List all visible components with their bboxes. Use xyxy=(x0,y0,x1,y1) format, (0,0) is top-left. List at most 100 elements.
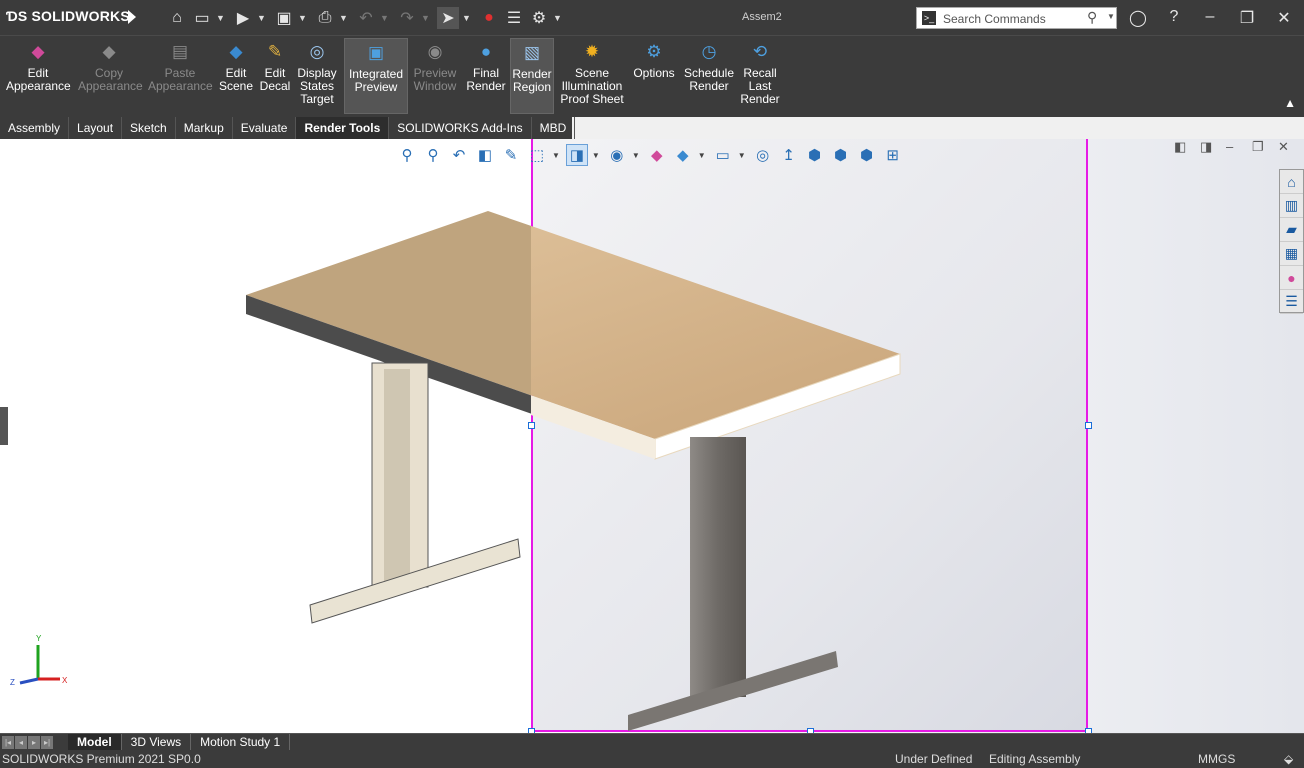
paste-appearance-button[interactable]: ▤ Paste Appearance xyxy=(148,38,213,114)
render-region-button[interactable]: ▧ Render Region xyxy=(510,38,554,114)
restore-window-icon[interactable]: ❐ xyxy=(1237,8,1257,28)
display-style-dropdown-icon[interactable]: ▼ xyxy=(592,151,600,160)
undo-dropdown-icon[interactable]: ▼ xyxy=(380,13,390,23)
viewport-close-icon[interactable]: ✕ xyxy=(1278,139,1289,155)
camera-icon[interactable]: ◎ xyxy=(752,144,774,166)
edit-scene-button[interactable]: ◆ Edit Scene xyxy=(218,38,254,114)
select-dropdown-icon[interactable]: ▼ xyxy=(462,13,472,23)
edit-decal-icon: ✎ xyxy=(267,42,283,61)
print-dropdown-icon[interactable]: ▼ xyxy=(339,13,349,23)
view-orientation-icon[interactable]: ⬚ xyxy=(526,144,548,166)
dimetric-view-icon[interactable]: ⬢ xyxy=(856,144,878,166)
hide-show-dropdown-icon[interactable]: ▼ xyxy=(632,151,640,160)
previous-view-icon[interactable]: ↶ xyxy=(448,144,470,166)
search-dropdown-icon[interactable]: ▼ xyxy=(1107,12,1115,21)
scene-illumination-proof-sheet-button[interactable]: ✹ Scene Illumination Proof Sheet xyxy=(558,38,626,114)
recall-last-render-button[interactable]: ⟲ Recall Last Render xyxy=(740,38,780,114)
tab-markup[interactable]: Markup xyxy=(176,117,233,139)
edit-appearance-button[interactable]: ◆ Edit Appearance xyxy=(6,38,71,114)
graphics-area[interactable]: ⚲ ⚲ ↶ ◧ ✎ ⬚ ▼ ◨ ▼ ◉ ▼ ◆ ◆ ▼ ▭ ▼ ◎ ↥ ⬢ ⬢ ⬢ ⊞ ◧… xyxy=(0,139,1304,733)
last-tab-icon[interactable]: ▸| xyxy=(41,736,53,749)
open-dropdown-icon[interactable]: ▼ xyxy=(257,13,267,23)
four-view-icon[interactable]: ⊞ xyxy=(882,144,904,166)
search-commands-field[interactable]: >_ Search Commands ⚲ ▼ xyxy=(916,7,1117,29)
viewport-minimize-icon[interactable]: – xyxy=(1226,139,1233,154)
minimize-window-icon[interactable]: – xyxy=(1200,8,1220,26)
appearances-scenes-decals-icon[interactable]: ● xyxy=(1280,266,1303,290)
help-icon[interactable]: ? xyxy=(1164,8,1184,26)
save-icon[interactable]: ▣ xyxy=(273,7,295,29)
display-style-icon[interactable]: ◨ xyxy=(565,144,588,166)
customize-status-icon[interactable]: ⬙ xyxy=(1284,750,1293,768)
tab-render-tools[interactable]: Render Tools xyxy=(296,117,390,139)
collapse-ribbon-icon[interactable]: ▲ xyxy=(1284,96,1296,110)
file-explorer-icon[interactable]: ▰ xyxy=(1280,218,1303,242)
apply-scene-icon[interactable]: ◆ xyxy=(672,144,694,166)
tab-sketch[interactable]: Sketch xyxy=(122,117,176,139)
print-icon[interactable]: ⎙ xyxy=(314,7,336,29)
tab-solidworks-add-ins[interactable]: SOLIDWORKS Add-Ins xyxy=(389,117,532,139)
file-properties-icon[interactable]: ☰ xyxy=(503,7,525,29)
tab-layout[interactable]: Layout xyxy=(69,117,123,139)
view-settings-icon[interactable]: ▭ xyxy=(712,144,734,166)
status-product: SOLIDWORKS Premium 2021 SP0.0 xyxy=(2,752,201,766)
select-arrow-icon[interactable]: ➤ xyxy=(437,7,459,29)
design-library-icon[interactable]: ▥ xyxy=(1280,194,1303,218)
tab-model[interactable]: Model xyxy=(68,734,122,751)
save-dropdown-icon[interactable]: ▼ xyxy=(298,13,308,23)
view-settings-dropdown-icon[interactable]: ▼ xyxy=(738,151,746,160)
hide-show-items-icon[interactable]: ◉ xyxy=(606,144,628,166)
solidworks-resources-icon[interactable]: ⌂ xyxy=(1280,170,1303,194)
first-tab-icon[interactable]: |◂ xyxy=(2,736,14,749)
zoom-to-area-icon[interactable]: ⚲ xyxy=(422,144,444,166)
normal-to-icon[interactable]: ↥ xyxy=(778,144,800,166)
feature-manager-toggle[interactable] xyxy=(0,407,8,445)
new-document-icon[interactable]: ▭ xyxy=(191,7,213,29)
user-account-icon[interactable]: ◯ xyxy=(1128,8,1148,28)
schedule-render-button[interactable]: ◷ Schedule Render xyxy=(682,38,736,114)
section-view-icon[interactable]: ◧ xyxy=(474,144,496,166)
preview-window-button[interactable]: ◉ Preview Window xyxy=(412,38,458,114)
isometric-view-icon[interactable]: ⬢ xyxy=(804,144,826,166)
tab-3d-views[interactable]: 3D Views xyxy=(122,734,192,751)
zoom-to-fit-icon[interactable]: ⚲ xyxy=(396,144,418,166)
options-gear-icon[interactable]: ⚙ xyxy=(528,7,550,29)
home-icon[interactable]: ⌂ xyxy=(166,7,188,29)
redo-dropdown-icon[interactable]: ▼ xyxy=(421,13,431,23)
table-model[interactable] xyxy=(0,139,1304,733)
edit-decal-button[interactable]: ✎ Edit Decal xyxy=(259,38,291,114)
dynamic-annotation-icon[interactable]: ✎ xyxy=(500,144,522,166)
rebuild-traffic-light-icon[interactable]: ● xyxy=(478,7,500,29)
integrated-preview-button[interactable]: ▣ Integrated Preview xyxy=(344,38,408,114)
new-dropdown-icon[interactable]: ▼ xyxy=(216,13,226,23)
tab-motion-study-1[interactable]: Motion Study 1 xyxy=(191,734,291,751)
final-render-button[interactable]: ● Final Render xyxy=(465,38,507,114)
tab-evaluate[interactable]: Evaluate xyxy=(233,117,297,139)
edit-appearance-view-icon[interactable]: ◆ xyxy=(646,144,668,166)
view-palette-icon[interactable]: ▦ xyxy=(1280,242,1303,266)
apply-scene-dropdown-icon[interactable]: ▼ xyxy=(698,151,706,160)
options-dropdown-icon[interactable]: ▼ xyxy=(553,13,563,23)
custom-properties-icon[interactable]: ☰ xyxy=(1280,290,1303,314)
trimetric-view-icon[interactable]: ⬢ xyxy=(830,144,852,166)
status-units[interactable]: MMGS xyxy=(1198,750,1235,768)
recall-last-render-icon: ⟲ xyxy=(752,42,768,61)
next-tab-icon[interactable]: ▸ xyxy=(28,736,40,749)
open-icon[interactable]: ▶ xyxy=(232,7,254,29)
prev-tab-icon[interactable]: ◂ xyxy=(15,736,27,749)
viewport-next-icon[interactable]: ◨ xyxy=(1200,139,1212,155)
menu-expand-icon[interactable] xyxy=(128,10,136,24)
tab-mbd[interactable]: MBD xyxy=(532,117,576,139)
copy-appearance-button[interactable]: ◆ Copy Appearance xyxy=(78,38,143,114)
task-pane: ⌂ ▥ ▰ ▦ ● ☰ xyxy=(1279,169,1304,314)
options-button[interactable]: ⚙ Options xyxy=(630,38,678,114)
undo-icon[interactable]: ↶ xyxy=(355,7,377,29)
redo-icon[interactable]: ↷ xyxy=(396,7,418,29)
display-states-target-button[interactable]: ◎ Display States Target xyxy=(296,38,338,114)
close-window-icon[interactable]: ✕ xyxy=(1274,8,1294,28)
viewport-restore-icon[interactable]: ❐ xyxy=(1252,139,1264,155)
search-icon[interactable]: ⚲ xyxy=(1087,9,1097,26)
viewport-prev-icon[interactable]: ◧ xyxy=(1174,139,1186,155)
view-orientation-dropdown-icon[interactable]: ▼ xyxy=(552,151,560,160)
tab-assembly[interactable]: Assembly xyxy=(0,117,70,139)
